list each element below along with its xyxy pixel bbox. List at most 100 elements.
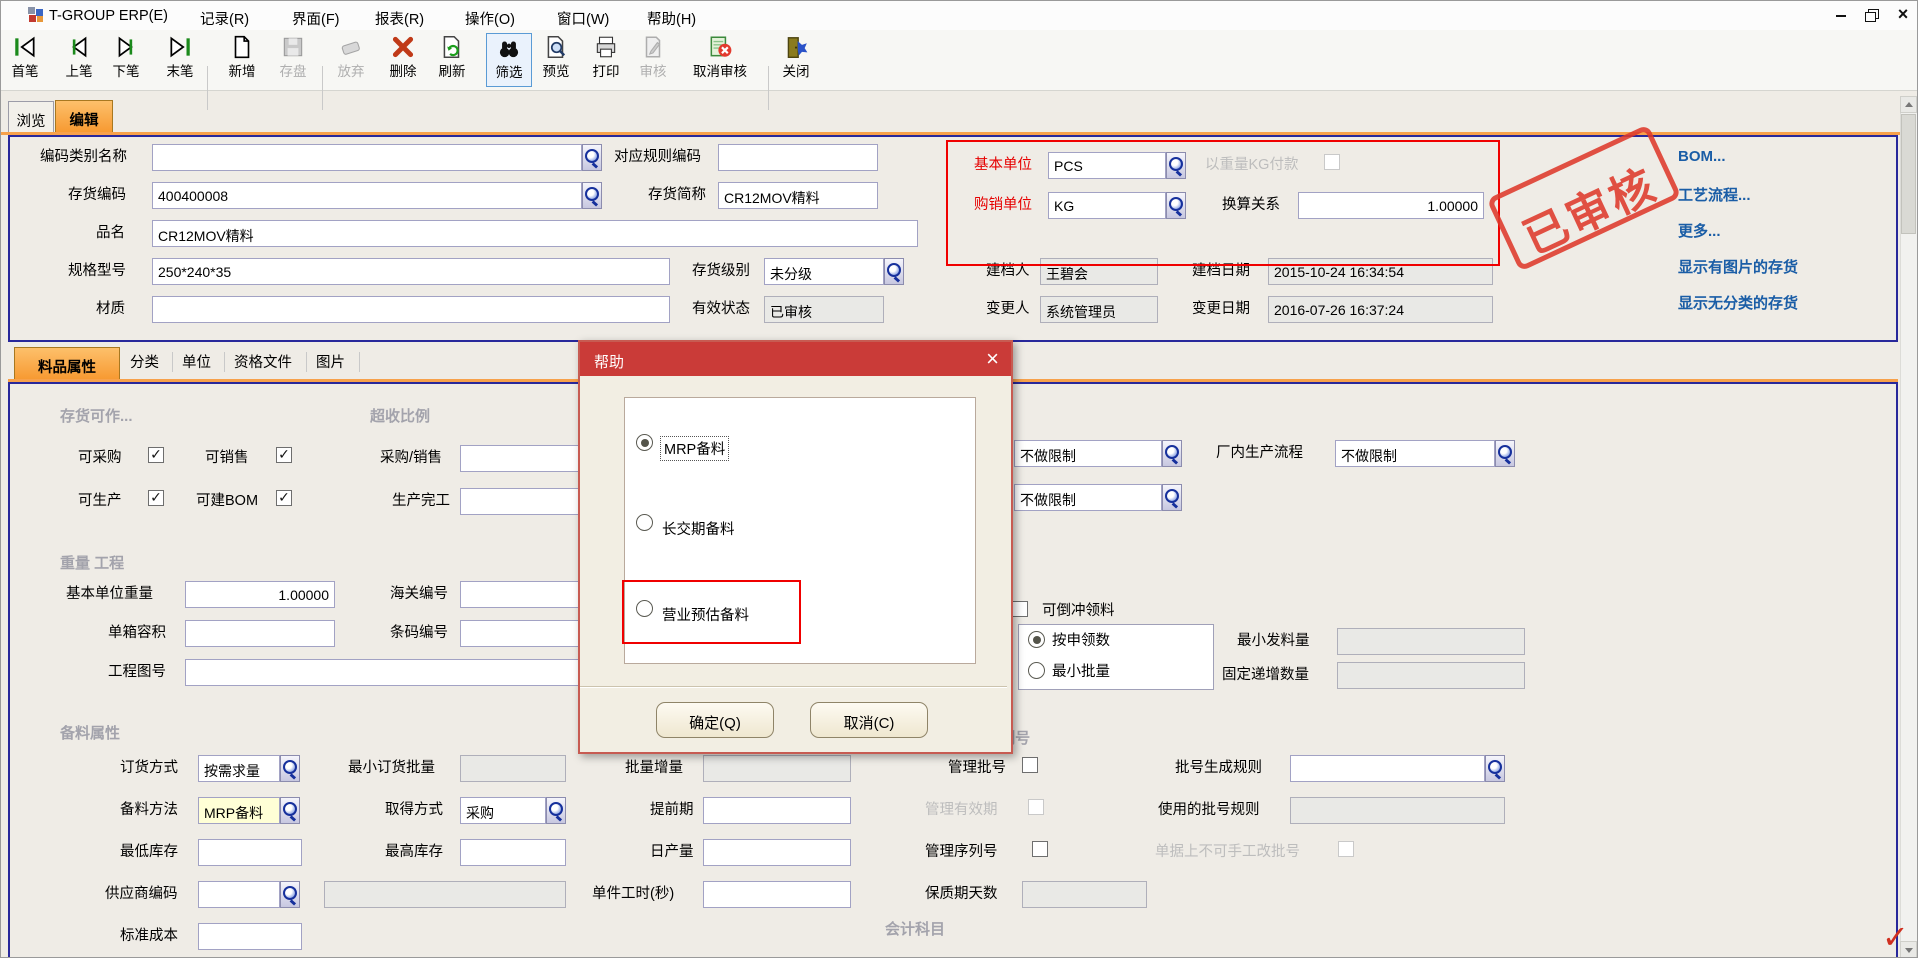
lookup-button[interactable] <box>546 797 566 824</box>
subtab-item-props[interactable]: 料品属性 <box>14 347 120 379</box>
link-more[interactable]: 更多... <box>1678 220 1721 241</box>
lookup-button[interactable] <box>280 755 300 782</box>
name-field[interactable]: CR12MOV精料 <box>152 220 918 247</box>
first-record-button[interactable]: 首笔 <box>2 33 48 87</box>
toolbar-label: 首笔 <box>12 60 39 80</box>
link-show-unclassified[interactable]: 显示无分类的存货 <box>1678 292 1798 313</box>
base-unit-field[interactable]: PCS <box>1048 152 1166 179</box>
new-button[interactable]: 新增 <box>219 33 265 87</box>
lookup-button[interactable] <box>582 182 602 209</box>
lead-time-field[interactable] <box>703 797 851 824</box>
rule-code-field[interactable] <box>718 144 878 171</box>
option-long-lead-label[interactable]: 长交期备料 <box>662 518 735 539</box>
factory-flow-field[interactable]: 不做限制 <box>1335 440 1495 467</box>
delete-button[interactable]: 删除 <box>380 33 426 87</box>
box-volume-field[interactable] <box>185 620 335 647</box>
level-field[interactable]: 未分级 <box>764 258 884 285</box>
lookup-button[interactable] <box>1162 440 1182 467</box>
lookup-button[interactable] <box>280 881 300 908</box>
subtab-image[interactable]: 图片 <box>316 356 345 371</box>
sale-limit-field[interactable]: 不做限制 <box>1014 484 1162 511</box>
close-form-button[interactable]: 关闭 <box>773 33 819 87</box>
section-over-ratio: 超收比例 <box>370 405 430 426</box>
can-sale-checkbox[interactable] <box>276 447 292 463</box>
delete-icon <box>390 33 417 60</box>
order-way-field[interactable]: 按需求量 <box>198 755 280 782</box>
conv-field[interactable]: 1.00000 <box>1298 192 1484 219</box>
next-record-button[interactable]: 下笔 <box>103 33 149 87</box>
option-mrp-radio[interactable] <box>636 434 653 451</box>
lookup-button[interactable] <box>280 797 300 824</box>
spec-field[interactable]: 250*240*35 <box>152 258 670 285</box>
manage-serial-checkbox[interactable] <box>1032 841 1048 857</box>
lookup-button[interactable] <box>1166 152 1186 179</box>
inv-code-field[interactable]: 400400008 <box>152 182 582 209</box>
filter-button[interactable]: 筛选 <box>486 33 532 87</box>
backflush-checkbox[interactable] <box>1012 601 1028 617</box>
preview-button[interactable]: 预览 <box>533 33 579 87</box>
lookup-button[interactable] <box>1162 484 1182 511</box>
lookup-button[interactable] <box>1495 440 1515 467</box>
link-process-flow[interactable]: 工艺流程... <box>1678 184 1751 205</box>
shelf-days-field <box>1022 881 1147 908</box>
can-bom-checkbox[interactable] <box>276 490 292 506</box>
no-manual-batch-checkbox <box>1338 841 1354 857</box>
option-mrp-label[interactable]: MRP备料 <box>660 436 729 461</box>
supplier-field[interactable] <box>198 881 280 908</box>
trade-unit-field[interactable]: KG <box>1048 192 1166 219</box>
option-long-lead-radio[interactable] <box>636 514 653 531</box>
prev-record-button[interactable]: 上笔 <box>56 33 102 87</box>
last-record-button[interactable]: 末笔 <box>157 33 203 87</box>
acquire-field[interactable]: 采购 <box>460 797 546 824</box>
cancel-button[interactable]: 取消(C) <box>810 702 928 738</box>
scroll-up-button[interactable] <box>1900 96 1917 113</box>
link-bom[interactable]: BOM... <box>1678 148 1726 165</box>
close-window-button[interactable]: × <box>1892 6 1914 24</box>
menu-app[interactable]: T-GROUP ERP(E) <box>49 8 168 24</box>
cancel-audit-button[interactable]: 取消审核 <box>688 33 752 87</box>
lookup-button[interactable] <box>1485 755 1505 782</box>
tab-edit[interactable]: 编辑 <box>55 100 113 132</box>
lookup-button[interactable] <box>884 258 904 285</box>
dialog-close-icon[interactable]: × <box>986 347 999 371</box>
daily-output-field[interactable] <box>703 839 851 866</box>
subtab-qualification[interactable]: 资格文件 <box>234 356 292 371</box>
scrollbar-thumb[interactable] <box>1901 114 1916 234</box>
by-request-radio[interactable] <box>1028 631 1045 648</box>
minimize-button[interactable] <box>1830 6 1852 24</box>
subtab-classify[interactable]: 分类 <box>130 356 159 371</box>
restore-button[interactable] <box>1860 6 1882 24</box>
manage-valid-label: 管理有效期 <box>925 803 998 818</box>
batch-rule-field[interactable] <box>1290 755 1485 782</box>
min-stock-field[interactable] <box>198 839 302 866</box>
menu-report[interactable]: 报表(R) <box>375 8 424 29</box>
min-batch-radio[interactable] <box>1028 662 1045 679</box>
print-button[interactable]: 打印 <box>583 33 629 87</box>
manage-batch-checkbox[interactable] <box>1022 757 1038 773</box>
purchase-limit-field[interactable]: 不做限制 <box>1014 440 1162 467</box>
menu-window[interactable]: 窗口(W) <box>557 8 609 29</box>
tab-browse[interactable]: 浏览 <box>8 101 54 133</box>
menu-ui[interactable]: 界面(F) <box>292 8 340 29</box>
material-field[interactable] <box>152 296 670 323</box>
lookup-button[interactable] <box>582 144 602 171</box>
can-purchase-checkbox[interactable] <box>148 447 164 463</box>
ok-button[interactable]: 确定(Q) <box>656 702 774 738</box>
unit-time-field[interactable] <box>703 881 851 908</box>
menu-action[interactable]: 操作(O) <box>465 8 515 29</box>
link-show-with-image[interactable]: 显示有图片的存货 <box>1678 256 1798 277</box>
subtab-unit[interactable]: 单位 <box>182 356 211 371</box>
max-stock-field[interactable] <box>460 839 566 866</box>
coding-class-field[interactable] <box>152 144 582 171</box>
refresh-button[interactable]: 刷新 <box>429 33 475 87</box>
section-weight-eng: 重量 工程 <box>60 552 124 573</box>
std-cost-field[interactable] <box>198 923 302 950</box>
can-produce-checkbox[interactable] <box>148 490 164 506</box>
stock-method-field[interactable]: MRP备料 <box>198 797 280 824</box>
inv-abbr-field[interactable]: CR12MOV精料 <box>718 182 878 209</box>
lookup-button[interactable] <box>1166 192 1186 219</box>
menu-help[interactable]: 帮助(H) <box>647 8 696 29</box>
menu-record[interactable]: 记录(R) <box>200 8 249 29</box>
base-weight-field[interactable]: 1.00000 <box>185 581 335 608</box>
drawing-field[interactable] <box>185 659 605 686</box>
